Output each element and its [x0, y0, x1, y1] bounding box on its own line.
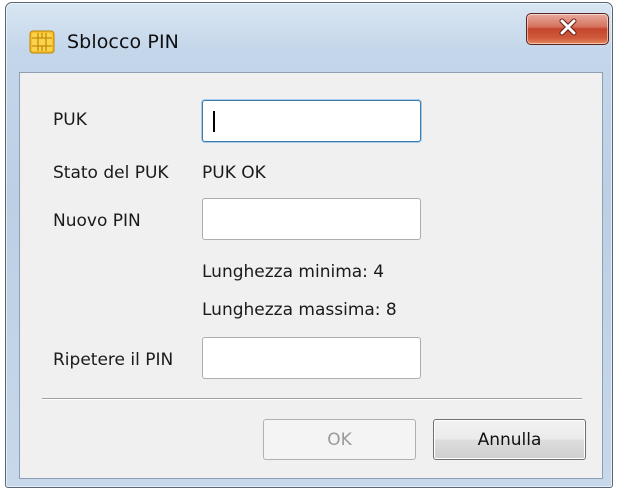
- close-button[interactable]: [526, 13, 609, 45]
- min-length-hint: Lunghezza minima: 4: [202, 262, 385, 282]
- max-length-hint: Lunghezza massima: 8: [202, 300, 397, 320]
- repeat-pin-label: Ripetere il PIN: [53, 350, 174, 370]
- puk-status-label: Stato del PUK: [53, 163, 169, 183]
- close-icon: [558, 18, 578, 40]
- repeat-pin-input[interactable]: [202, 337, 421, 379]
- dialog-window: Sblocco PIN PUK Stato del PUK PUK OK Nuo…: [5, 2, 613, 488]
- separator: [42, 398, 582, 400]
- new-pin-input[interactable]: [202, 198, 421, 240]
- ok-button[interactable]: OK: [263, 419, 416, 460]
- smartcard-chip-icon: [29, 29, 55, 55]
- dialog-body: PUK Stato del PUK PUK OK Nuovo PIN Lungh…: [19, 72, 603, 479]
- puk-input[interactable]: [202, 100, 421, 142]
- text-caret: [213, 111, 215, 132]
- puk-status-value: PUK OK: [202, 163, 266, 183]
- cancel-button[interactable]: Annulla: [433, 419, 586, 460]
- title-bar[interactable]: Sblocco PIN: [6, 3, 612, 71]
- window-title: Sblocco PIN: [67, 31, 179, 53]
- new-pin-label: Nuovo PIN: [53, 211, 141, 231]
- puk-label: PUK: [53, 110, 87, 130]
